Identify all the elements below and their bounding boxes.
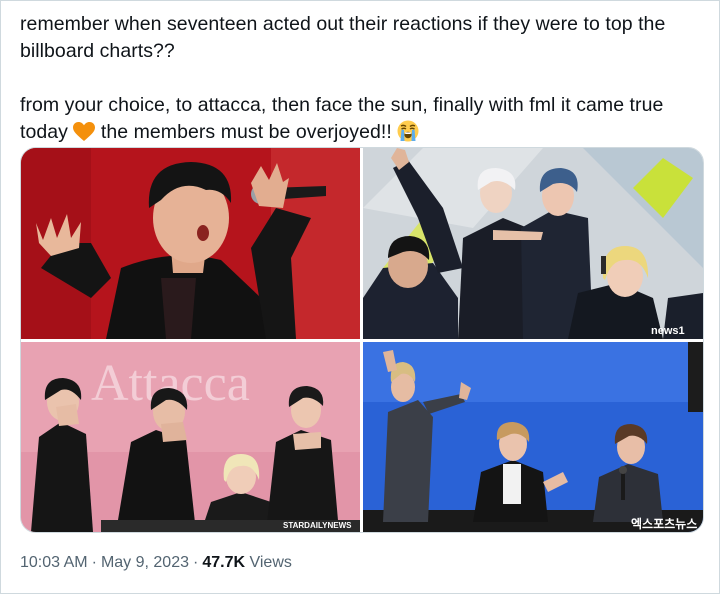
orange-heart-icon (73, 122, 96, 150)
tweet-text: remember when seventeen acted out their … (20, 11, 700, 150)
tweet-date[interactable]: May 9, 2023 (101, 554, 189, 571)
tweet-time[interactable]: 10:03 AM (20, 554, 88, 571)
tweet-line-1: remember when seventeen acted out their … (20, 13, 666, 62)
loudly-crying-face-icon (397, 120, 419, 150)
photo-attacca-backdrop[interactable]: Attacca STARDAILYNEWS (21, 342, 360, 532)
tweet-meta: 10:03 AM · May 9, 2023 · 47.7K Views (20, 554, 292, 572)
views-count: 47.7K (202, 554, 246, 571)
watermark-news1: news1 (651, 325, 685, 337)
photo-red-stage[interactable] (21, 148, 360, 339)
media-grid[interactable]: news1 Attacca STARDAILYNEWS 엑스포츠뉴스 (20, 147, 704, 533)
photo-blue-stage[interactable]: 엑스포츠뉴스 (363, 342, 703, 532)
separator-dot-2: · (193, 554, 199, 571)
tweet-card: remember when seventeen acted out their … (0, 0, 720, 594)
tweet-paragraph-1: remember when seventeen acted out their … (20, 11, 700, 65)
photo-press-conference[interactable]: news1 (363, 148, 703, 339)
tweet-paragraph-2: from your choice, to attacca, then face … (20, 92, 700, 150)
tweet-line-2-mid: the members must be overjoyed!! (100, 121, 392, 143)
views-label: Views (249, 554, 292, 571)
separator-dot: · (91, 554, 97, 571)
watermark-stardailynews: STARDAILYNEWS (283, 521, 352, 530)
watermark-xportsnews: 엑스포츠뉴스 (631, 516, 697, 531)
